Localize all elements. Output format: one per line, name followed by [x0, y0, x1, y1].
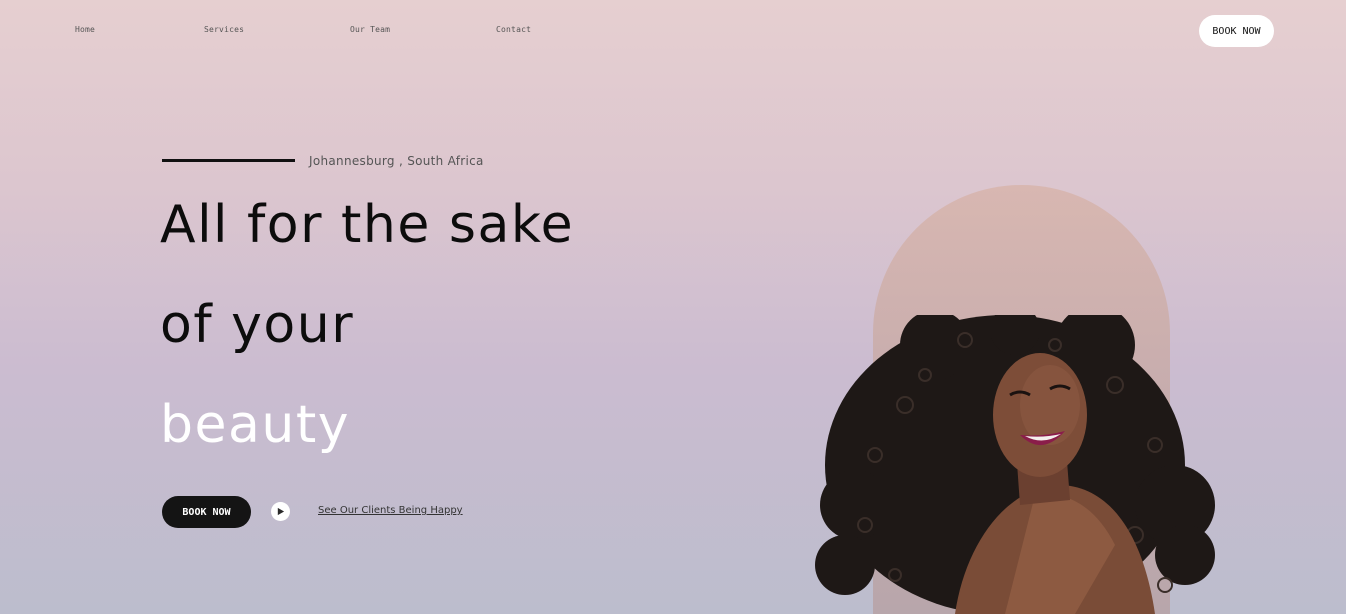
play-icon	[277, 507, 285, 516]
location-divider	[162, 159, 295, 162]
header-book-now-button[interactable]: BOOK NOW	[1199, 15, 1274, 47]
nav-contact-link[interactable]: Contact	[496, 25, 531, 34]
clients-video-link[interactable]: See Our Clients Being Happy	[318, 505, 463, 516]
nav-home-link[interactable]: Home	[75, 25, 95, 34]
location-text: Johannesburg , South Africa	[309, 154, 484, 168]
nav-team-link[interactable]: Our Team	[350, 25, 390, 34]
headline-line-1: All for the sake	[160, 195, 575, 255]
headline-line-3: beauty	[160, 395, 350, 455]
play-video-button[interactable]	[271, 502, 290, 521]
nav-services-link[interactable]: Services	[204, 25, 244, 34]
hero-portrait-image	[815, 315, 1215, 614]
hero-book-now-button[interactable]: BOOK NOW	[162, 496, 251, 528]
headline-line-2: of your	[160, 295, 355, 355]
